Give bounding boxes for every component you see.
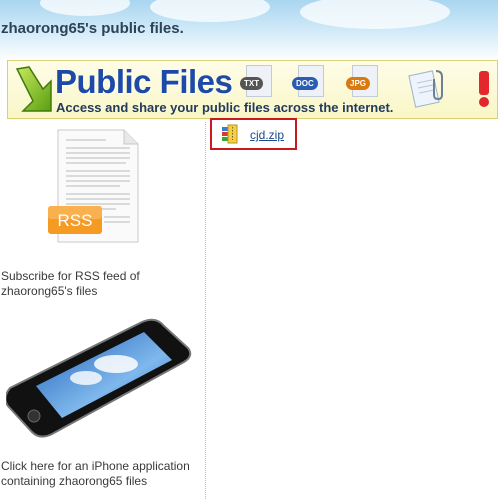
doc-label: DOC [292, 77, 318, 90]
column-divider [205, 122, 206, 499]
zip-archive-icon [222, 124, 238, 144]
iphone-app-link[interactable]: Click here for an iPhone application con… [1, 459, 201, 489]
rss-subscribe-link[interactable]: Subscribe for RSS feed of zhaorong65's f… [1, 269, 191, 299]
green-arrow-icon [15, 66, 52, 112]
page-title: zhaorong65's public files. [1, 20, 184, 37]
jpg-label: JPG [346, 77, 371, 90]
banner-title: Public Files [55, 63, 233, 100]
jpg-file-icon: JPG [346, 65, 380, 99]
file-name-link[interactable]: cjd.zip [250, 128, 284, 142]
txt-file-icon: TXT [240, 65, 274, 99]
rss-badge: RSS [57, 211, 93, 230]
file-list-item[interactable]: cjd.zip [210, 118, 297, 150]
doc-file-icon: DOC [292, 65, 326, 99]
banner-subtitle: Access and share your public files acros… [56, 100, 394, 115]
alert-icon [479, 71, 489, 107]
document-clip-icon [408, 70, 443, 108]
public-files-banner: Public Files Access and share your publi… [7, 60, 498, 119]
iphone-image[interactable] [6, 318, 192, 442]
txt-label: TXT [240, 77, 264, 90]
